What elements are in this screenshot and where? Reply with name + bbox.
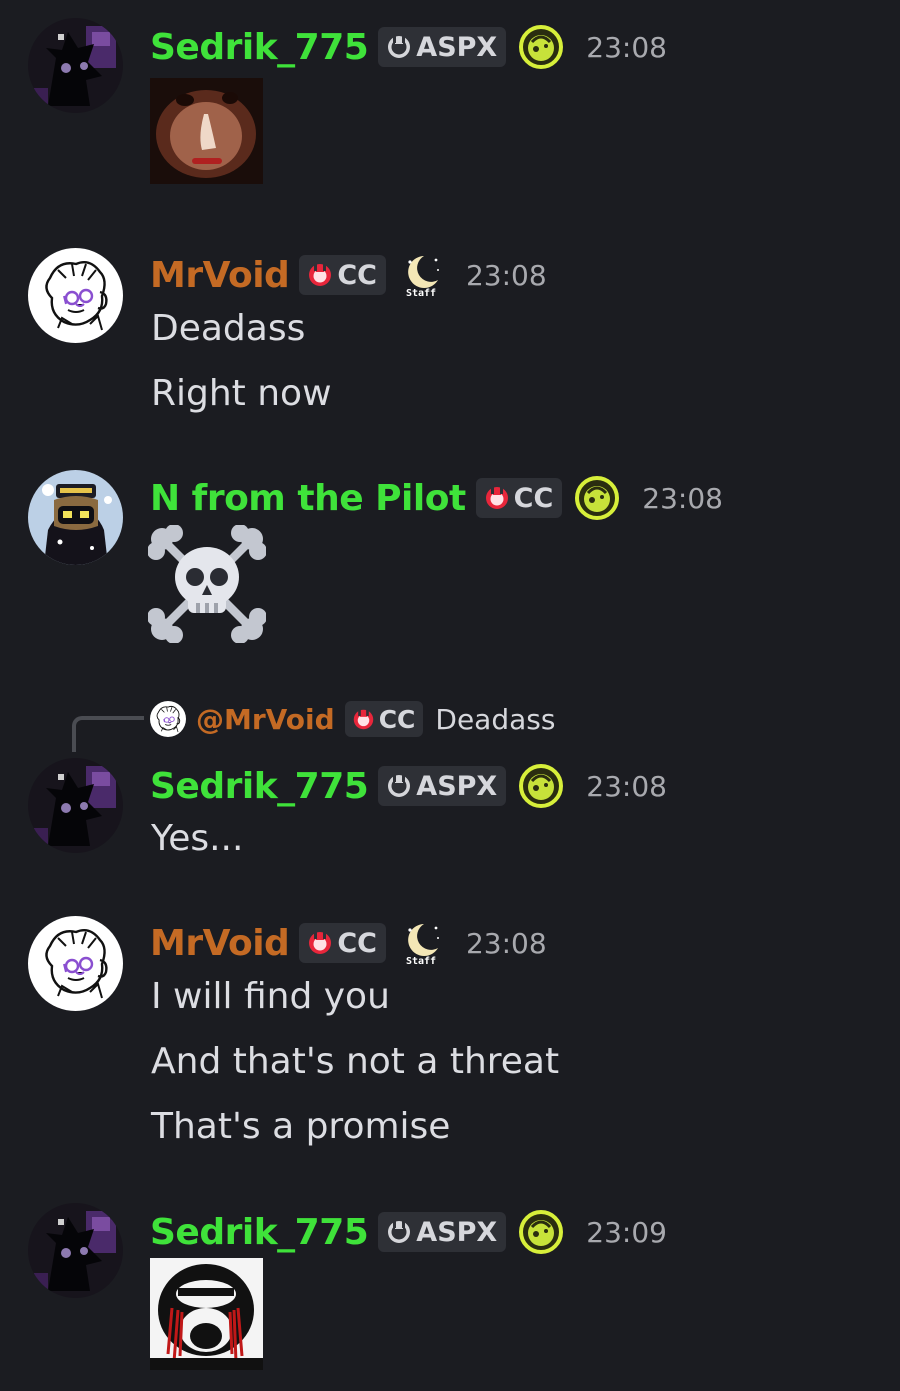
message: N from the Pilot CC 23:08: [0, 455, 900, 655]
message-header: Sedrik_775 ASPX 23:08: [150, 763, 667, 809]
green-moon-badge-icon[interactable]: [574, 475, 620, 521]
username[interactable]: Sedrik_775: [150, 27, 369, 68]
reply-mention[interactable]: @MrVoid: [196, 703, 335, 736]
username[interactable]: Sedrik_775: [150, 766, 369, 807]
avatar[interactable]: [28, 916, 123, 1011]
gray-circle-icon: [386, 1219, 412, 1245]
red-circle-icon: [352, 708, 375, 731]
message: Sedrik_775 ASPX 23:08: [0, 0, 900, 200]
server-tag[interactable]: CC: [299, 923, 386, 963]
server-tag[interactable]: ASPX: [378, 27, 507, 67]
green-moon-badge-icon[interactable]: [518, 1209, 564, 1255]
message-header: MrVoid CC 23:08: [150, 920, 547, 966]
reply-preview-text: Deadass: [435, 702, 556, 736]
message-text: I will find you: [151, 976, 390, 1017]
red-circle-icon: [307, 930, 333, 956]
timestamp: 23:08: [465, 926, 547, 960]
avatar[interactable]: [28, 18, 123, 113]
server-tag-label: CC: [513, 482, 554, 514]
server-tag-label: ASPX: [416, 31, 498, 63]
screaming-face-image[interactable]: [150, 1258, 263, 1370]
username[interactable]: MrVoid: [150, 255, 290, 296]
timestamp: 23:08: [465, 258, 547, 292]
timestamp: 23:09: [586, 1215, 667, 1249]
message-header: Sedrik_775 ASPX 23:08: [150, 24, 667, 70]
server-tag-label: CC: [378, 704, 416, 734]
timestamp: 23:08: [642, 481, 723, 515]
creepy-face-image[interactable]: [150, 78, 263, 184]
green-moon-badge-icon[interactable]: [518, 763, 564, 809]
timestamp: 23:08: [586, 30, 667, 64]
server-tag[interactable]: CC: [475, 478, 563, 518]
username[interactable]: N from the Pilot: [150, 478, 466, 519]
username[interactable]: Sedrik_775: [150, 1212, 369, 1253]
skull-and-crossbones-emoji[interactable]: [148, 525, 266, 643]
server-tag[interactable]: ASPX: [378, 766, 507, 806]
gray-circle-icon: [386, 773, 412, 799]
red-circle-icon: [484, 485, 510, 511]
server-tag-label: CC: [337, 259, 377, 291]
server-tag[interactable]: CC: [299, 255, 386, 295]
timestamp: 23:08: [586, 769, 667, 803]
reply-avatar: [150, 701, 186, 737]
message-header: Sedrik_775 ASPX 23:09: [150, 1209, 667, 1255]
message-header: MrVoid CC 23:08: [150, 252, 547, 298]
username[interactable]: MrVoid: [150, 923, 290, 964]
server-tag-label: ASPX: [416, 1216, 498, 1248]
message-text: Deadass: [151, 308, 306, 349]
avatar[interactable]: [28, 1203, 123, 1298]
server-tag: CC: [344, 701, 424, 737]
message: MrVoid CC 23:08 Deadass Right now: [0, 230, 900, 430]
server-tag-label: ASPX: [416, 770, 498, 802]
staff-moon-icon[interactable]: [398, 252, 444, 298]
avatar[interactable]: [28, 248, 123, 343]
message-text: And that's not a threat: [151, 1041, 560, 1082]
message: Sedrik_775 ASPX 23:09: [0, 1185, 900, 1391]
message-header: N from the Pilot CC 23:08: [150, 475, 723, 521]
message-text: Right now: [151, 373, 332, 414]
server-tag[interactable]: ASPX: [378, 1212, 507, 1252]
avatar[interactable]: [28, 470, 123, 565]
server-tag-label: CC: [337, 927, 377, 959]
green-moon-badge-icon[interactable]: [518, 24, 564, 70]
message: MrVoid CC 23:08 I will find you And that…: [0, 898, 900, 1168]
red-circle-icon: [307, 262, 333, 288]
reply-reference[interactable]: @MrVoid CC Deadass: [150, 698, 555, 740]
avatar[interactable]: [28, 758, 123, 853]
staff-moon-icon[interactable]: [398, 920, 444, 966]
gray-circle-icon: [386, 34, 412, 60]
message-text: Yes...: [151, 818, 244, 859]
message-text: That's a promise: [151, 1106, 451, 1147]
message: Sedrik_775 ASPX 23:08 Yes...: [0, 740, 900, 890]
